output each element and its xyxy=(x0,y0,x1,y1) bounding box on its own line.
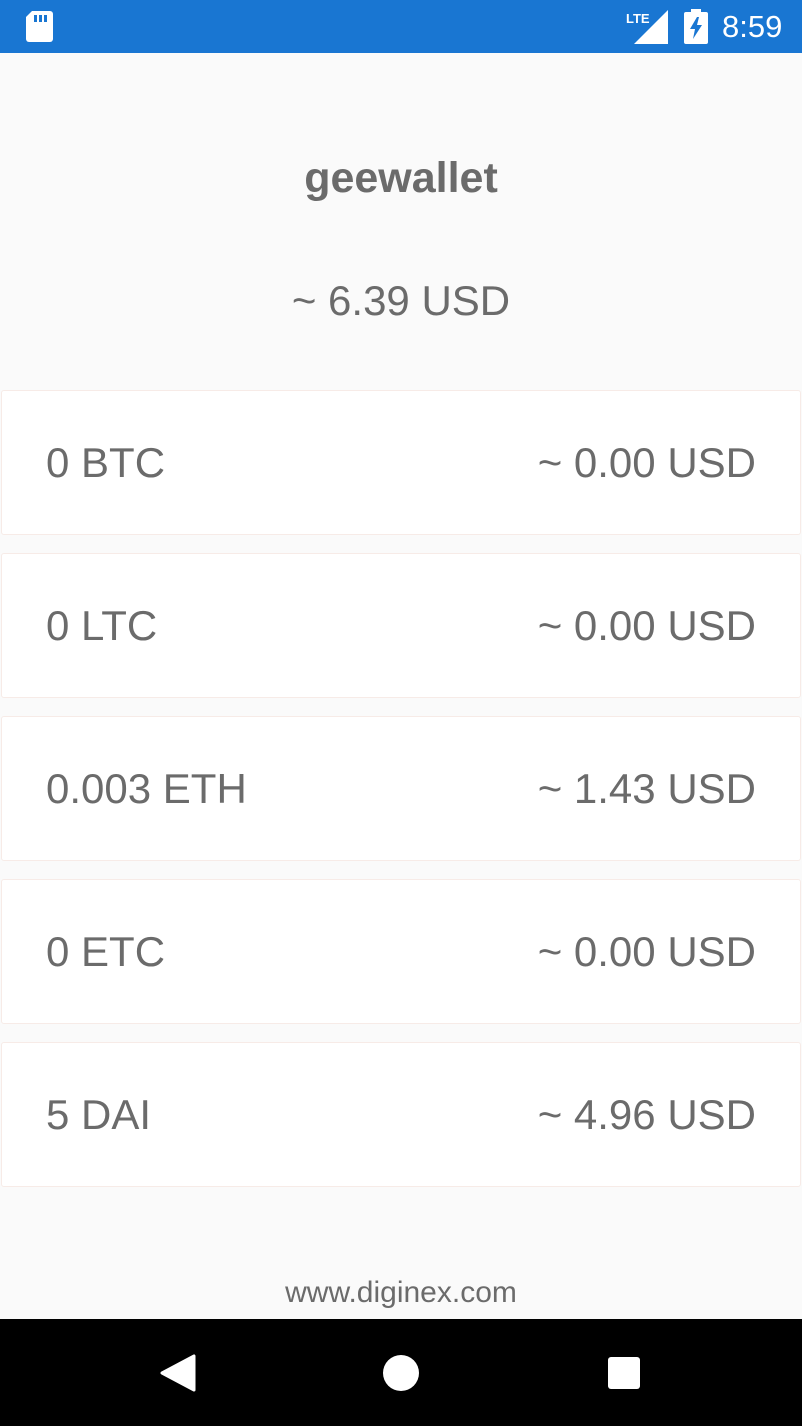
account-card-btc[interactable]: 0 BTC ~ 0.00 USD xyxy=(1,390,801,535)
account-card-eth[interactable]: 0.003 ETH ~ 1.43 USD xyxy=(1,716,801,861)
account-amount: 0 LTC xyxy=(46,601,158,649)
account-usd-value: ~ 0.00 USD xyxy=(537,438,756,486)
status-bar: LTE 8:59 xyxy=(0,0,802,53)
account-amount: 0 BTC xyxy=(46,438,166,486)
account-card-dai[interactable]: 5 DAI ~ 4.96 USD xyxy=(1,1042,801,1187)
account-usd-value: ~ 4.96 USD xyxy=(537,1090,756,1138)
lte-signal-icon: LTE xyxy=(626,10,668,44)
battery-charging-icon xyxy=(684,9,708,44)
app-title: geewallet xyxy=(304,154,498,202)
account-usd-value: ~ 0.00 USD xyxy=(537,927,756,975)
account-list: 0 BTC ~ 0.00 USD 0 LTC ~ 0.00 USD 0.003 … xyxy=(1,390,801,1205)
account-card-etc[interactable]: 0 ETC ~ 0.00 USD xyxy=(1,879,801,1024)
footer-link[interactable]: www.diginex.com xyxy=(0,1274,802,1312)
account-usd-value: ~ 0.00 USD xyxy=(537,601,756,649)
account-card-ltc[interactable]: 0 LTC ~ 0.00 USD xyxy=(1,553,801,698)
total-balance: ~ 6.39 USD xyxy=(291,277,511,324)
account-amount: 0 ETC xyxy=(46,927,166,975)
sd-card-icon xyxy=(26,11,53,42)
recent-apps-icon[interactable] xyxy=(607,1356,641,1390)
status-clock: 8:59 xyxy=(722,9,783,44)
navigation-bar xyxy=(0,1319,802,1426)
lte-label: LTE xyxy=(626,11,650,26)
account-amount: 5 DAI xyxy=(46,1090,152,1138)
back-icon[interactable] xyxy=(160,1354,196,1392)
account-amount: 0.003 ETH xyxy=(46,764,247,812)
account-usd-value: ~ 1.43 USD xyxy=(537,764,756,812)
home-icon[interactable] xyxy=(382,1354,420,1392)
